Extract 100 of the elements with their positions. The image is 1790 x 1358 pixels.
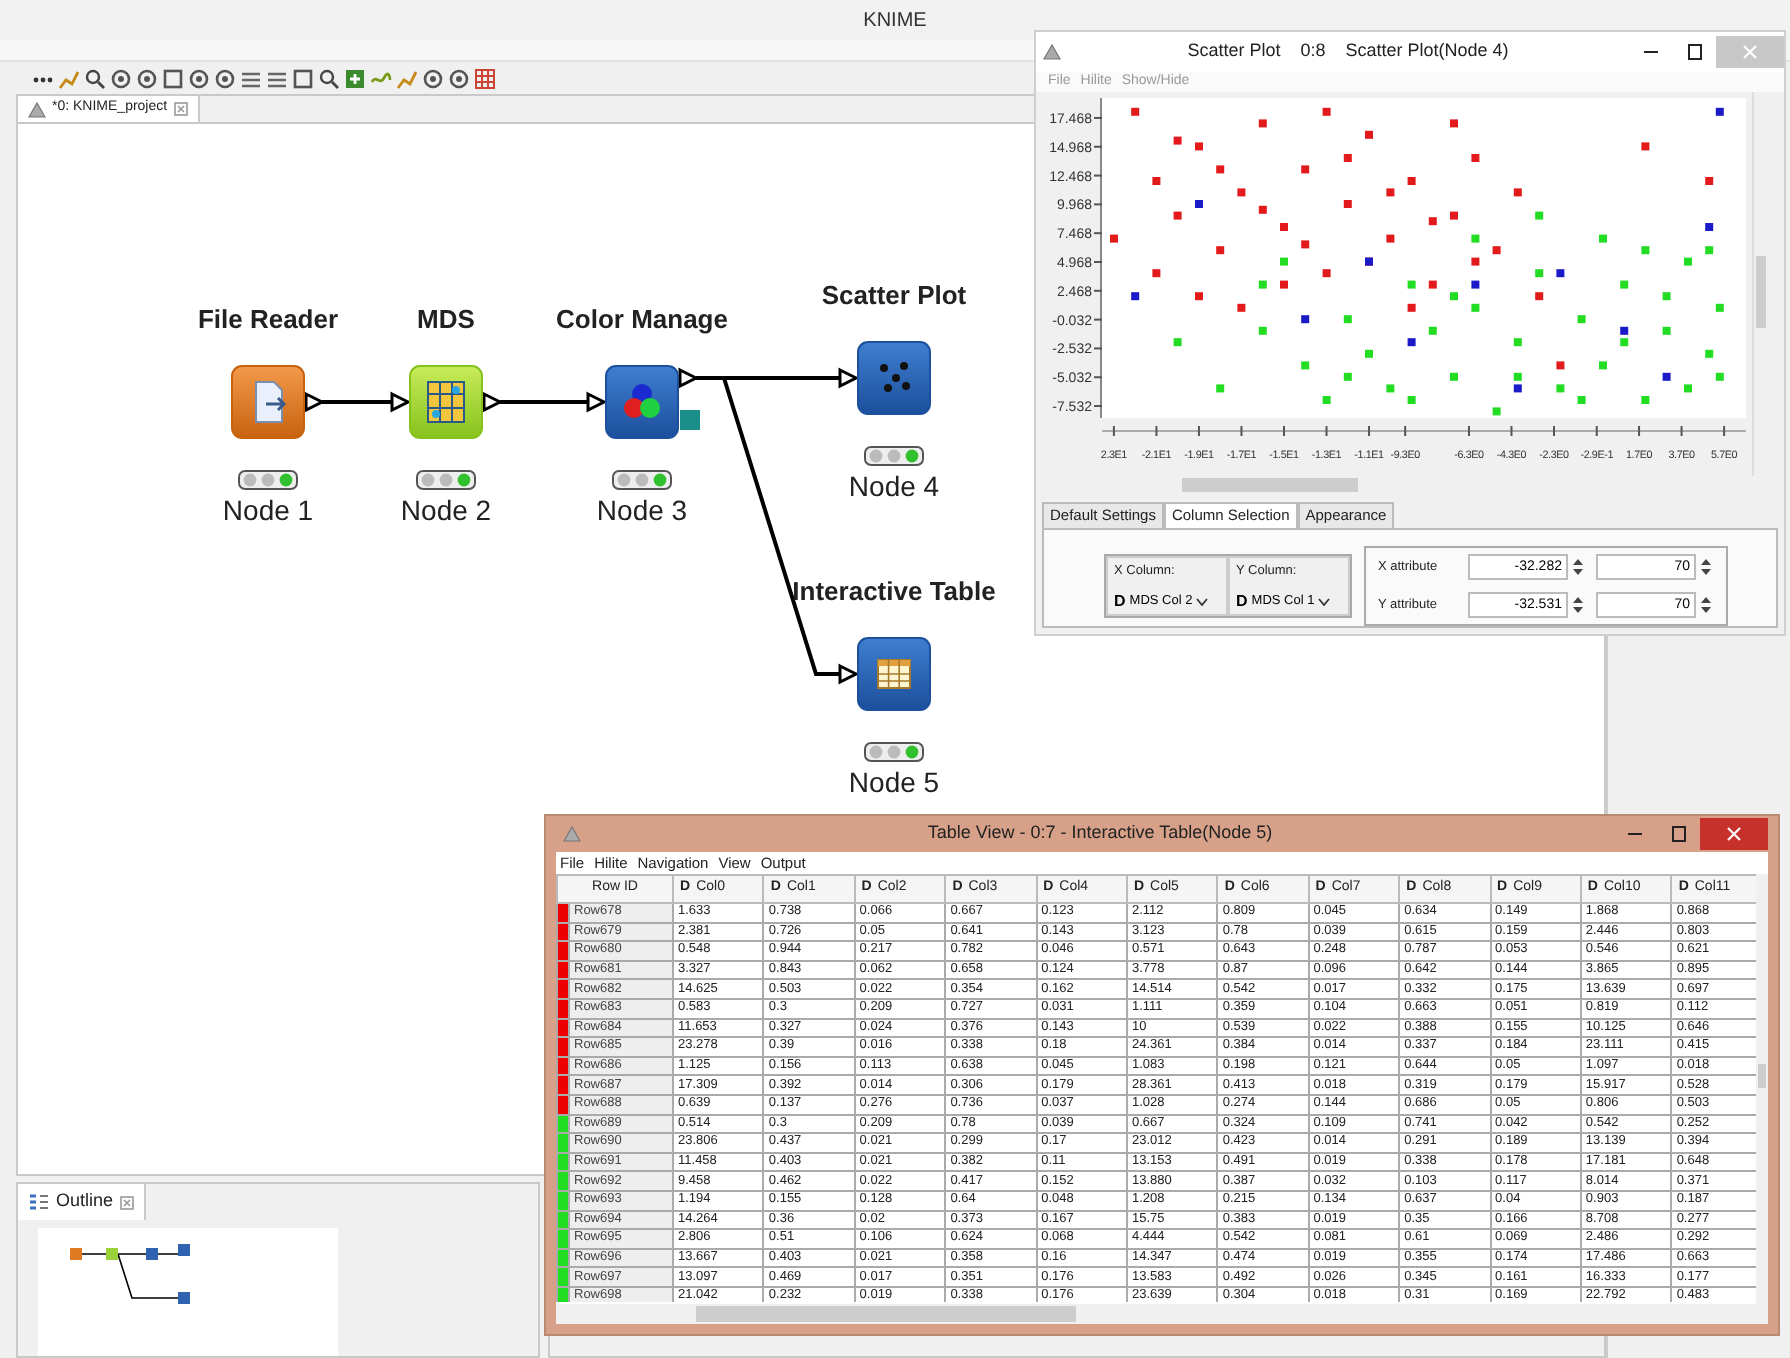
data-point <box>1641 142 1650 151</box>
node-title: MDS <box>417 304 475 336</box>
scatter-dots-icon[interactable] <box>856 340 932 416</box>
data-point <box>1258 326 1267 335</box>
window-title: Scatter Plot <box>1187 38 1281 65</box>
data-point <box>1237 188 1246 197</box>
scrollbar[interactable] <box>1756 874 1768 1304</box>
circle-icon[interactable] <box>448 67 470 89</box>
data-point <box>1152 177 1161 185</box>
output-port-icon[interactable] <box>678 367 700 389</box>
plus-box-icon[interactable] <box>344 67 366 89</box>
data-point <box>1599 234 1607 243</box>
spin-button[interactable] <box>1570 556 1586 578</box>
data-point <box>1450 372 1458 381</box>
node-title: Scatter Plot <box>821 280 967 312</box>
data-point <box>1131 107 1140 116</box>
data-point <box>1322 269 1331 278</box>
data-point <box>1662 326 1671 335</box>
close-icon <box>173 102 188 116</box>
node-label: Node 5 <box>848 766 940 798</box>
data-point <box>1301 361 1310 370</box>
close-icon <box>119 1195 134 1209</box>
data-point <box>1301 240 1310 249</box>
node-label: Node 3 <box>596 494 688 526</box>
data-point <box>1343 200 1352 208</box>
data-point <box>1152 269 1161 278</box>
spin-button[interactable] <box>1698 594 1714 616</box>
data-point <box>1173 338 1182 347</box>
circle-icon[interactable] <box>136 67 158 89</box>
data-point <box>1428 217 1437 226</box>
data-point <box>1386 384 1395 393</box>
data-point <box>1471 303 1480 312</box>
square-icon[interactable] <box>162 67 184 89</box>
data-point <box>1258 119 1267 128</box>
data-point <box>1556 361 1565 370</box>
data-point <box>1110 234 1118 243</box>
node-title: Interactive Table <box>792 576 996 608</box>
node-title: Color Manage <box>556 304 728 336</box>
data-point <box>1471 280 1480 289</box>
search-icon[interactable] <box>318 67 340 89</box>
output-port-icon[interactable] <box>304 391 326 413</box>
data-point <box>1620 338 1629 347</box>
data-point <box>1343 154 1352 162</box>
search-icon[interactable] <box>84 67 106 89</box>
data-point <box>1450 292 1458 301</box>
circle-icon[interactable] <box>188 67 210 89</box>
window-title: 0:8 <box>1300 38 1326 65</box>
data-point <box>1662 292 1671 301</box>
node-label: Node 2 <box>400 494 492 526</box>
spin-button[interactable] <box>1698 556 1714 578</box>
caret-icon <box>1196 597 1209 606</box>
spin-button[interactable] <box>1570 594 1586 616</box>
data-point <box>1301 315 1310 324</box>
window-title: Table View - 0:7 - Interactive Table(Node 5) <box>927 820 1273 847</box>
data-point <box>1684 257 1692 266</box>
table-icon[interactable] <box>856 636 932 712</box>
workflow-thumbnail-drawing <box>70 1244 194 1304</box>
data-point <box>1195 200 1203 208</box>
close-button[interactable] <box>1700 818 1768 850</box>
data-point <box>1513 188 1522 197</box>
data-point <box>1365 349 1373 358</box>
circle-icon[interactable] <box>422 67 444 89</box>
grid-icon[interactable] <box>474 67 496 89</box>
circle-icon[interactable] <box>110 67 132 89</box>
data-point <box>1620 280 1629 289</box>
data-point <box>1195 292 1203 301</box>
data-point <box>1173 136 1182 145</box>
data-point <box>1258 205 1267 214</box>
outline-icon <box>28 1192 50 1212</box>
connection-arrow <box>322 391 412 413</box>
data-point <box>1195 142 1203 151</box>
data-point <box>1386 188 1395 197</box>
data-point <box>1471 154 1480 162</box>
lines-icon[interactable] <box>266 67 288 89</box>
data-point <box>1715 372 1724 381</box>
lines-icon[interactable] <box>240 67 262 89</box>
data-point <box>1450 119 1458 128</box>
square-icon[interactable] <box>292 67 314 89</box>
data-point <box>1535 269 1544 278</box>
data-point <box>1492 407 1501 416</box>
data-point <box>1280 223 1288 231</box>
data-point <box>1301 165 1310 174</box>
maximize-icon <box>1686 44 1702 60</box>
data-point <box>1386 234 1395 243</box>
data-point <box>1684 384 1692 393</box>
spinner-arrows-icon <box>1570 594 1586 616</box>
data-point <box>1535 211 1544 220</box>
outline-tab[interactable]: Outline <box>18 1184 146 1220</box>
circle-icon[interactable] <box>214 67 236 89</box>
grid-chart-icon[interactable] <box>408 364 484 440</box>
scrollbar[interactable] <box>556 1304 1768 1324</box>
spinner-arrows-icon <box>1698 594 1714 616</box>
data-point <box>1705 223 1714 231</box>
data-point <box>1322 396 1331 404</box>
color-circles-icon[interactable] <box>604 364 680 440</box>
data-point <box>1513 372 1522 381</box>
data-point <box>1577 396 1586 404</box>
output-port-icon[interactable] <box>482 391 504 413</box>
node-label: Node 1 <box>222 494 314 526</box>
data-point <box>1705 177 1714 185</box>
